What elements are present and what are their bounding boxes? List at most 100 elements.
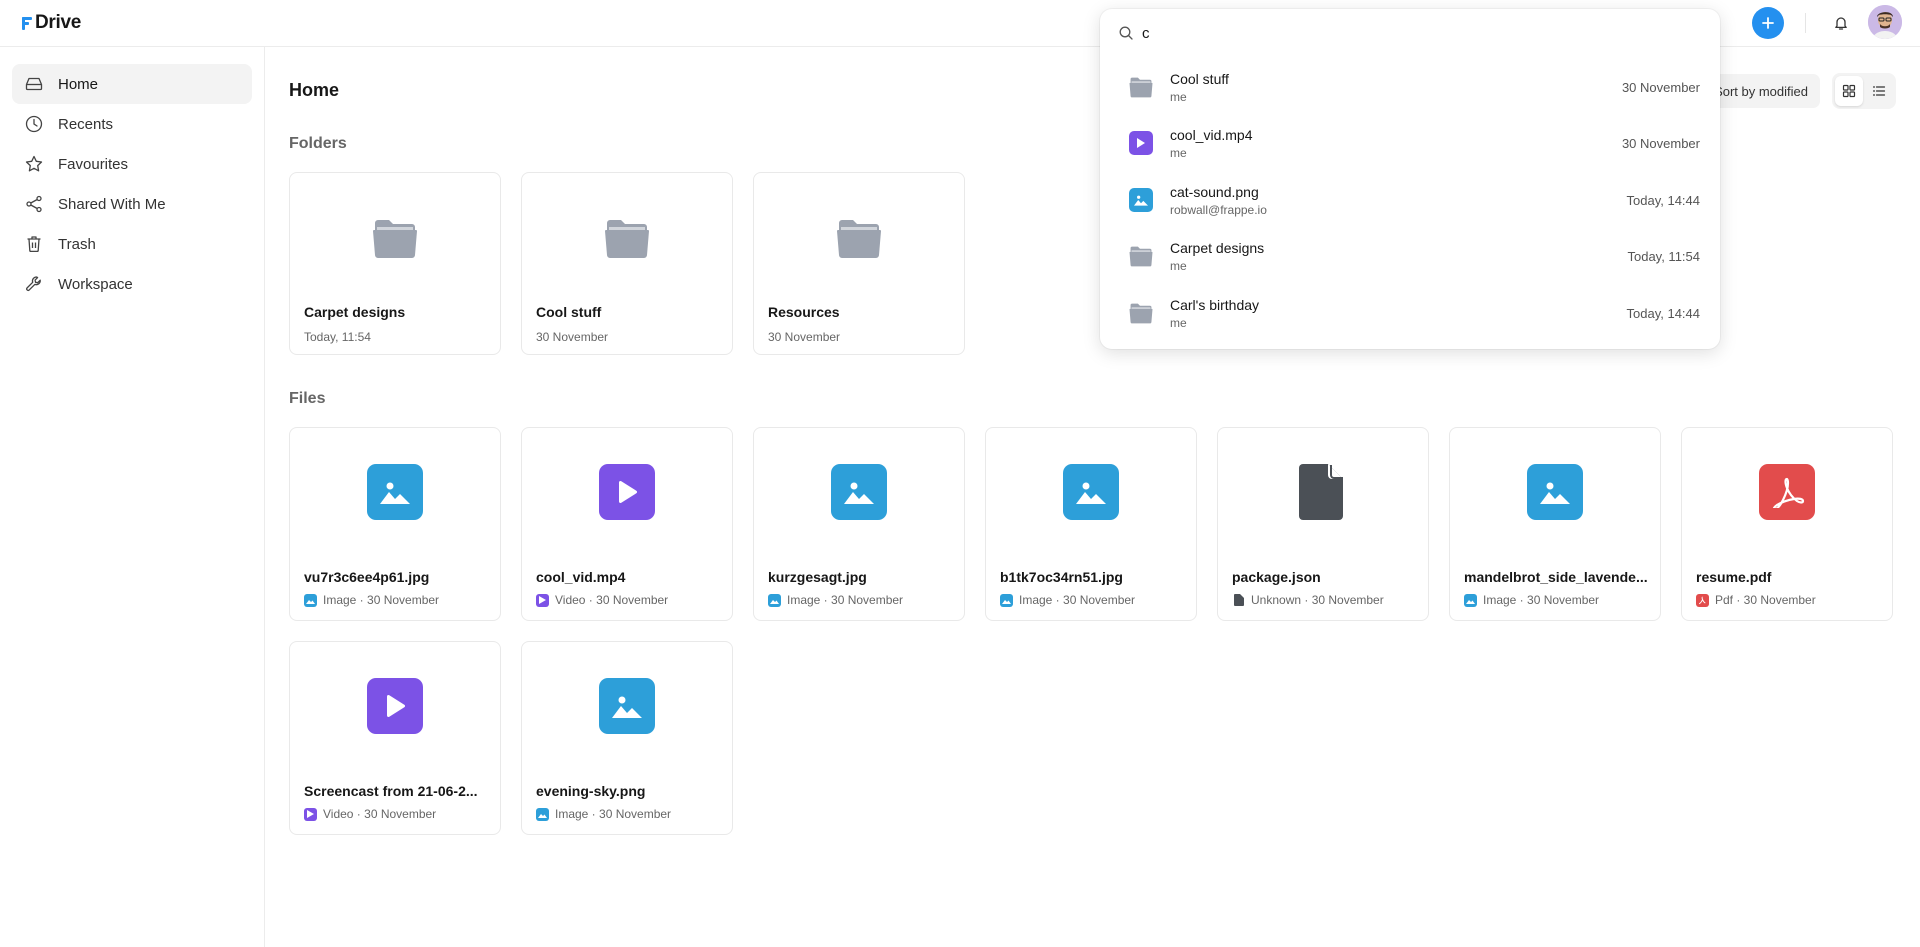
file-meta: Unknown · 30 November xyxy=(1232,593,1418,607)
search-bar xyxy=(1118,21,1698,45)
image-icon xyxy=(1464,593,1477,607)
folder-date: 30 November xyxy=(768,330,841,344)
sidebar-item-recents[interactable]: Recents xyxy=(12,104,252,144)
notifications-button[interactable] xyxy=(1830,12,1852,34)
file-card[interactable]: evening-sky.png Image · 30 November xyxy=(521,641,733,835)
result-name: cat-sound.png xyxy=(1170,183,1259,200)
result-name: Carl's birthday xyxy=(1170,296,1260,313)
avatar[interactable] xyxy=(1868,5,1902,39)
result-name: cool_vid.mp4 xyxy=(1170,126,1253,143)
file-name: package.json xyxy=(1232,569,1321,585)
sidebar-item-trash[interactable]: Trash xyxy=(12,224,252,264)
list-view-button[interactable] xyxy=(1865,76,1893,106)
hard-drive-icon xyxy=(25,77,43,91)
drive-logo-icon xyxy=(22,16,32,30)
share-icon xyxy=(26,195,42,213)
result-owner: me xyxy=(1170,145,1187,160)
search-result[interactable]: Carl's birthday me Today, 14:44 xyxy=(1108,287,1712,339)
sidebar-item-label: Shared With Me xyxy=(58,195,166,213)
file-name: evening-sky.png xyxy=(536,783,646,799)
app-name: Drive xyxy=(35,12,82,33)
folder-card[interactable]: Carpet designs Today, 11:54 xyxy=(289,172,501,355)
sidebar-item-label: Home xyxy=(58,75,99,93)
sidebar-item-label: Trash xyxy=(58,235,96,253)
folder-card[interactable]: Resources 30 November xyxy=(753,172,965,355)
result-owner: me xyxy=(1170,315,1187,330)
video-icon xyxy=(367,678,423,734)
page-title: Home xyxy=(289,80,340,100)
sidebar-item-shared-with-me[interactable]: Shared With Me xyxy=(12,184,252,224)
result-date: 30 November xyxy=(1621,79,1700,95)
grid-icon xyxy=(1842,84,1856,98)
image-icon xyxy=(1000,593,1013,607)
sidebar-item-favourites[interactable]: Favourites xyxy=(12,144,252,184)
image-icon xyxy=(768,593,781,607)
folder-date: 30 November xyxy=(536,330,609,344)
file-name: kurzgesagt.jpg xyxy=(768,569,867,585)
pdf-icon xyxy=(1696,593,1709,607)
folder-icon xyxy=(1129,303,1153,324)
file-card[interactable]: cool_vid.mp4 Video · 30 November xyxy=(521,427,733,621)
wrench-icon xyxy=(26,276,41,292)
grid-view-button[interactable] xyxy=(1835,76,1863,106)
view-toggle xyxy=(1832,73,1896,109)
file-card[interactable]: b1tk7oc34rn51.jpg Image · 30 November xyxy=(985,427,1197,621)
list-icon xyxy=(1873,86,1886,96)
file-card[interactable]: mandelbrot_side_lavende... Image · 30 No… xyxy=(1449,427,1661,621)
image-icon xyxy=(1129,188,1153,212)
result-date: Today, 11:54 xyxy=(1627,248,1700,264)
folder-icon xyxy=(837,220,881,258)
files-section-title: Files xyxy=(289,390,326,407)
search-result[interactable]: Cool stuff me 30 November xyxy=(1108,61,1712,113)
image-icon xyxy=(1063,464,1119,520)
image-icon xyxy=(304,593,317,607)
sidebar-item-label: Recents xyxy=(58,115,114,133)
search-input[interactable] xyxy=(1142,24,1682,42)
search-icon xyxy=(1119,26,1133,40)
file-meta: Image · 30 November xyxy=(768,593,954,607)
search-result[interactable]: cat-sound.png robwall@frappe.io Today, 1… xyxy=(1108,174,1712,226)
file-name: cool_vid.mp4 xyxy=(536,569,626,585)
image-icon xyxy=(831,464,887,520)
top-divider xyxy=(1805,13,1806,33)
bell-icon xyxy=(1835,17,1847,30)
file-meta: Image · 30 November xyxy=(536,807,722,821)
file-card[interactable]: vu7r3c6ee4p61.jpg Image · 30 November xyxy=(289,427,501,621)
sidebar-item-workspace[interactable]: Workspace xyxy=(12,264,252,304)
folder-icon xyxy=(1129,246,1153,267)
folder-icon xyxy=(1129,77,1153,98)
file-meta: Image · 30 November xyxy=(1000,593,1186,607)
folder-name: Resources xyxy=(768,304,840,320)
search-result[interactable]: cool_vid.mp4 me 30 November xyxy=(1108,117,1712,169)
file-meta: Image · 30 November xyxy=(1464,593,1650,607)
result-owner: me xyxy=(1170,258,1187,273)
folder-icon xyxy=(373,220,417,258)
folders-section-title: Folders xyxy=(289,135,347,152)
search-result[interactable]: Carpet designs me Today, 11:54 xyxy=(1108,230,1712,282)
sidebar-item-home[interactable]: Home xyxy=(12,64,252,104)
folder-card[interactable]: Cool stuff 30 November xyxy=(521,172,733,355)
file-card[interactable]: Screencast from 21-06-2... Video · 30 No… xyxy=(289,641,501,835)
result-owner: me xyxy=(1170,89,1187,104)
video-icon xyxy=(304,807,317,821)
file-meta: Video · 30 November xyxy=(536,593,722,607)
video-icon xyxy=(1129,131,1153,155)
image-icon xyxy=(367,464,423,520)
video-icon xyxy=(536,593,549,607)
new-button[interactable] xyxy=(1752,7,1784,39)
file-card[interactable]: kurzgesagt.jpg Image · 30 November xyxy=(753,427,965,621)
file-name: Screencast from 21-06-2... xyxy=(304,783,478,799)
file-card[interactable]: resume.pdf Pdf · 30 November xyxy=(1681,427,1893,621)
sidebar: Home Recents Favourites Shared With Me T… xyxy=(0,47,265,947)
drive-logo[interactable]: Drive xyxy=(22,12,81,34)
image-icon xyxy=(599,678,655,734)
star-icon xyxy=(25,155,43,172)
plus-icon xyxy=(1762,17,1774,29)
result-name: Carpet designs xyxy=(1170,239,1265,256)
trash-icon xyxy=(27,236,41,253)
file-name: resume.pdf xyxy=(1696,569,1772,585)
folder-icon xyxy=(605,220,649,258)
image-icon xyxy=(1527,464,1583,520)
file-card[interactable]: package.json Unknown · 30 November xyxy=(1217,427,1429,621)
file-meta: Video · 30 November xyxy=(304,807,490,821)
